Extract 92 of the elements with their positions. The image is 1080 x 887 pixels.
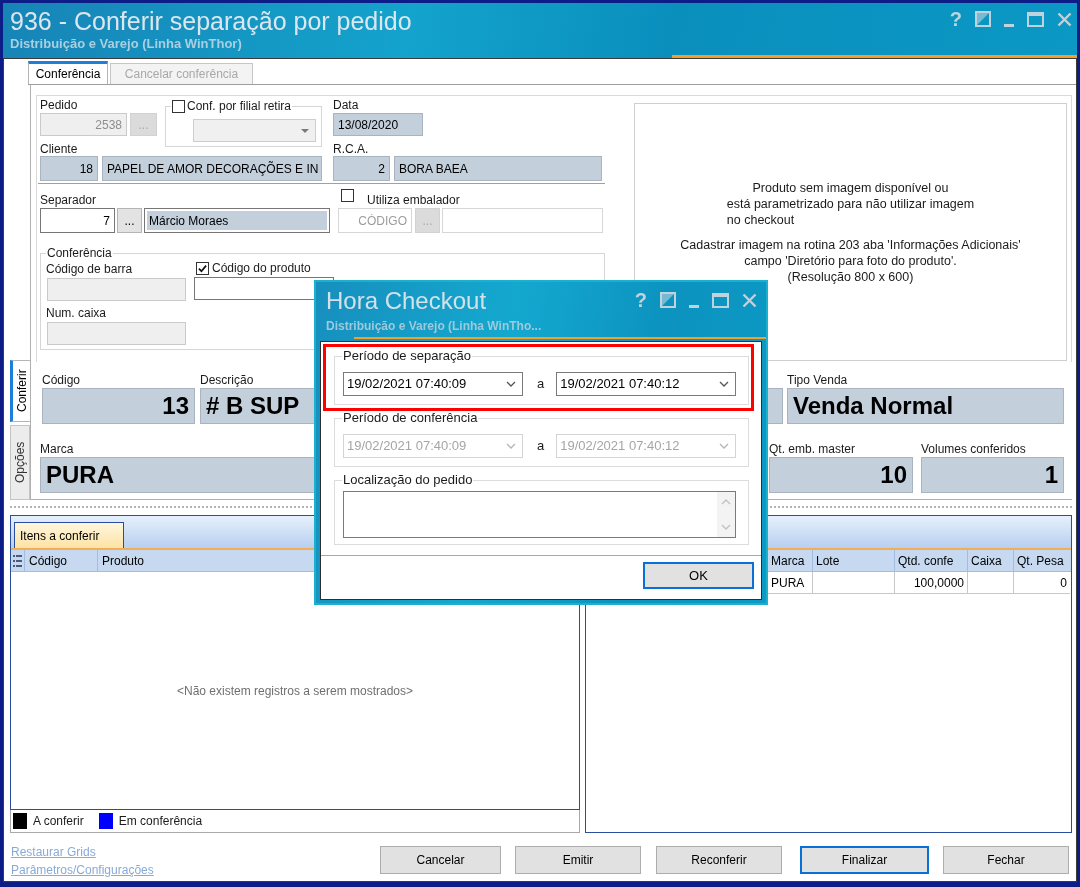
text-field[interactable]: 7 — [40, 208, 115, 233]
column-header[interactable]: Lote — [812, 550, 894, 571]
field-label: Marca — [40, 441, 74, 457]
text-field[interactable]: 13/08/2020 — [333, 113, 423, 136]
dock-button[interactable] — [660, 292, 676, 308]
field-label: Num. caixa — [46, 305, 107, 321]
empty-message: <Não existem registros a serem mostrados> — [176, 682, 414, 700]
datetime-dropdown[interactable]: 19/02/2021 07:40:12 — [556, 372, 737, 396]
field-label: Código — [42, 372, 81, 388]
dock-button[interactable] — [975, 11, 991, 27]
field-label: Pedido — [40, 97, 78, 113]
table-cell: 0 — [1013, 572, 1070, 594]
maximize-button[interactable] — [1027, 11, 1044, 27]
field-label: Código de barra — [46, 261, 133, 277]
checkbox-label: Código do produto — [212, 260, 311, 276]
range-separator: a — [537, 438, 545, 454]
text-field[interactable]: 18 — [40, 156, 98, 181]
group-title: Período de separação — [342, 348, 472, 364]
field-label: Qt. emb. master — [769, 441, 856, 457]
chevron-down-icon[interactable] — [721, 524, 731, 530]
range-separator: a — [537, 376, 545, 392]
group-title: Localização do pedido — [342, 472, 474, 488]
field-label: Cliente — [40, 141, 78, 156]
field-label: Descrição — [200, 372, 254, 388]
minimize-icon — [689, 305, 699, 308]
legend-label: Em conferência — [118, 813, 203, 830]
checkbox[interactable] — [196, 261, 209, 275]
group-title: Conferência — [46, 246, 113, 260]
checkbox[interactable] — [341, 189, 354, 202]
text-field[interactable]: BORA BAEA — [394, 156, 602, 181]
dialog-title: Hora Checkout — [326, 287, 487, 315]
caret-down-icon — [301, 128, 309, 133]
window-title: 936 - Conferir separação por pedido — [10, 6, 412, 36]
display-field: 1 — [921, 457, 1064, 493]
notice-text: Produto sem imagem disponível ou está parametrizado para não utilizar imagem no checkout — [726, 180, 975, 228]
column-header[interactable]: Código — [25, 550, 98, 571]
chevron-down-icon — [506, 381, 516, 387]
table-cell: 100,0000 — [894, 572, 967, 594]
table-cell — [967, 572, 1013, 594]
close-icon — [1057, 11, 1072, 27]
close-button[interactable] — [742, 292, 757, 308]
column-header[interactable]: Caixa — [967, 550, 1013, 571]
code-field[interactable]: CÓDIGO — [338, 208, 412, 233]
grid-tab[interactable]: Itens a conferir — [14, 522, 124, 548]
text-field[interactable]: 2 — [333, 156, 390, 181]
close-button[interactable] — [1057, 11, 1072, 27]
column-header[interactable]: Qtd. confe — [894, 550, 967, 571]
window-subtitle: Distribuição e Varejo (Linha WinThor) — [10, 36, 242, 52]
display-field: Venda Normal — [787, 388, 1064, 424]
chevron-down-icon — [719, 443, 730, 449]
close-icon — [742, 292, 757, 308]
tab[interactable]: Conferência — [28, 61, 108, 84]
column-chooser-icon[interactable] — [13, 554, 22, 567]
chevron-down-icon — [506, 443, 516, 449]
dialog-subtitle: Distribuição e Varejo (Linha WinTho... — [326, 319, 542, 333]
ok-button[interactable]: OK — [643, 562, 754, 589]
text-field[interactable]: Márcio Moraes — [144, 208, 330, 233]
datetime-dropdown[interactable]: 19/02/2021 07:40:09 — [343, 372, 523, 396]
lookup-button[interactable]: ... — [117, 208, 142, 233]
action-button[interactable]: Fechar — [943, 846, 1069, 874]
scrollbar[interactable] — [717, 492, 735, 537]
field-label: Tipo Venda — [787, 372, 848, 388]
column-header[interactable]: Qt. Pesa — [1013, 550, 1070, 571]
maximize-button[interactable] — [712, 292, 729, 308]
checkmark-icon — [198, 263, 207, 273]
checkbox-label: Conf. por filial retira — [187, 98, 292, 114]
display-field: 13 — [42, 388, 195, 424]
dropdown[interactable] — [193, 119, 316, 142]
memo-field[interactable] — [343, 491, 736, 538]
action-button[interactable]: Reconferir — [656, 846, 782, 874]
minimize-icon — [1004, 24, 1014, 27]
action-button[interactable]: Emitir — [515, 846, 641, 874]
split-square-icon — [660, 292, 676, 308]
maximize-icon — [712, 292, 729, 308]
field-label: Data — [333, 97, 359, 113]
legend-label: A conferir — [33, 813, 84, 830]
field-label: Volumes conferidos — [921, 441, 1026, 457]
action-button[interactable]: Finalizar — [800, 846, 929, 874]
chevron-up-icon[interactable] — [721, 499, 731, 505]
side-tab[interactable]: Conferir — [10, 360, 30, 422]
split-square-icon — [975, 11, 991, 27]
text-field[interactable]: PAPEL DE AMOR DECORAÇÕES E IN — [102, 156, 322, 181]
display-field: 10 — [769, 457, 913, 493]
side-tab[interactable]: Opções — [10, 425, 30, 500]
checkbox[interactable] — [172, 99, 185, 113]
checkbox-label: Utiliza embalador — [367, 192, 460, 208]
field-label: R.C.A. — [333, 141, 369, 156]
field-label: Separador — [40, 192, 97, 208]
action-button[interactable]: Cancelar — [380, 846, 501, 874]
instruction-text: Cadastrar imagem na rotina 203 aba 'Informações Adicionais' campo 'Diretório para foto do produto'. (Resolução 800 x 600) — [680, 237, 1021, 285]
chevron-down-icon — [719, 381, 730, 387]
maximize-icon — [1027, 11, 1044, 27]
